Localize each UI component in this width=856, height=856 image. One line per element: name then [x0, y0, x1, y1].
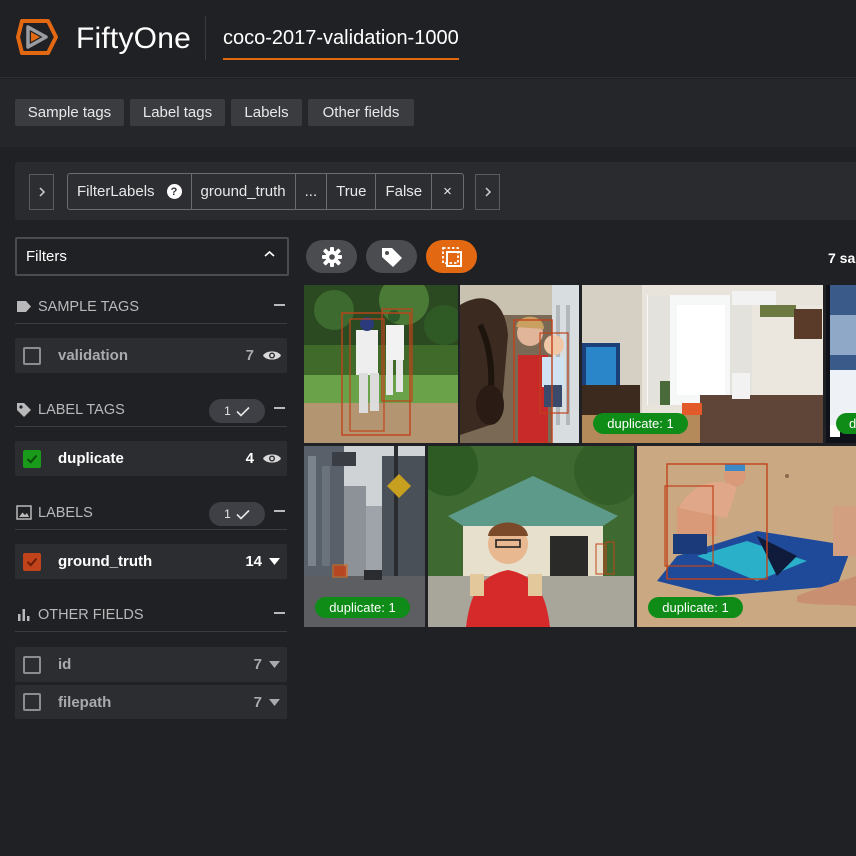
tag-icon: [381, 247, 402, 267]
stage-field-param[interactable]: ground_truth: [192, 174, 296, 209]
duplicate-count: 4: [245, 450, 254, 467]
id-count: 7: [253, 656, 262, 673]
collapse-icon[interactable]: [274, 510, 285, 512]
label-tag-row-duplicate[interactable]: duplicate 4: [15, 441, 287, 476]
other-field-row-id[interactable]: id 7: [15, 647, 287, 682]
label-tags-title: LABEL TAGS: [38, 401, 125, 418]
stage-false-option[interactable]: False: [376, 174, 433, 209]
sample-tags-button[interactable]: Sample tags: [15, 99, 124, 126]
caret-down-icon[interactable]: [269, 661, 280, 668]
patches-icon: [441, 246, 462, 267]
tag-icon: [15, 402, 33, 418]
settings-button[interactable]: [306, 240, 357, 273]
toolbar: Sample tags Label tags Labels Other fiel…: [0, 79, 856, 147]
dataset-selector[interactable]: coco-2017-validation-1000: [223, 27, 459, 60]
baseball-image: [304, 285, 458, 443]
stage-true-option[interactable]: True: [327, 174, 377, 209]
sample-tile-beach[interactable]: duplicate: 1: [637, 446, 856, 627]
chevron-right-icon: [38, 187, 45, 197]
duplicate-tag-badge: duplicate: 1: [315, 597, 410, 618]
sample-tags-title: SAMPLE TAGS: [38, 298, 139, 315]
collapse-icon[interactable]: [274, 407, 285, 409]
fiftyone-app: FiftyOne coco-2017-validation-1000 Sampl…: [0, 0, 856, 856]
header-divider: [205, 16, 206, 60]
brand-title[interactable]: FiftyOne: [76, 22, 191, 56]
stage-name-label: FilterLabels: [77, 183, 155, 200]
labels-pill-count: 1: [224, 507, 231, 521]
sample-tile-living-room[interactable]: duplicate: 1: [582, 285, 823, 443]
ground-truth-label: ground_truth: [58, 553, 153, 570]
labels-selected-pill[interactable]: 1: [209, 502, 265, 526]
filters-label: Filters: [26, 248, 67, 265]
view-bar: FilterLabels? ground_truth ... True Fals…: [15, 162, 856, 220]
label-tags-pill-count: 1: [224, 404, 231, 418]
check-icon: [236, 406, 250, 417]
stage-more-params[interactable]: ...: [296, 174, 328, 209]
duplicate-checkbox[interactable]: [23, 449, 41, 468]
sample-tile-horse[interactable]: [460, 285, 579, 443]
validation-label: validation: [58, 347, 129, 364]
label-tags-button[interactable]: Label tags: [130, 99, 225, 126]
sample-tile-city-street[interactable]: duplicate: 1: [304, 446, 425, 627]
duplicate-label: duplicate: [58, 450, 124, 467]
gear-icon: [321, 246, 342, 267]
filepath-label: filepath: [58, 693, 112, 711]
check-icon: [26, 454, 38, 464]
view-bar-expand-left-button[interactable]: [29, 174, 54, 210]
horse-image: [460, 285, 579, 443]
duplicate-tag-badge: duplicate: 1: [593, 413, 688, 434]
stage-name[interactable]: FilterLabels?: [68, 174, 192, 209]
caret-down-icon[interactable]: [269, 558, 280, 565]
ground-truth-count: 14: [245, 553, 262, 570]
check-icon: [26, 557, 38, 567]
sample-tile-snow[interactable]: duplicate: 1: [826, 285, 856, 443]
sample-tags-group-header[interactable]: SAMPLE TAGS: [15, 290, 287, 324]
check-icon: [236, 509, 250, 520]
image-icon: [15, 505, 33, 521]
ground-truth-checkbox[interactable]: [23, 552, 41, 571]
other-fields-title: OTHER FIELDS: [38, 606, 144, 623]
filter-labels-stage: FilterLabels? ground_truth ... True Fals…: [67, 173, 464, 210]
sample-tile-pavilion[interactable]: [428, 446, 634, 627]
filepath-checkbox[interactable]: [23, 693, 41, 711]
duplicate-tag-badge: duplicate: 1: [648, 597, 743, 618]
other-fields-button[interactable]: Other fields: [308, 99, 414, 126]
eye-icon[interactable]: [262, 452, 282, 465]
collapse-icon[interactable]: [274, 304, 285, 306]
filepath-count: 7: [253, 693, 262, 711]
tag-button[interactable]: [366, 240, 417, 273]
tag-icon: [15, 299, 33, 315]
view-bar-add-stage-button[interactable]: [475, 174, 500, 210]
labels-button[interactable]: Labels: [231, 99, 302, 126]
validation-count: 7: [245, 347, 254, 364]
eye-icon[interactable]: [262, 349, 282, 362]
collapse-icon[interactable]: [274, 612, 285, 614]
fiftyone-logo-icon[interactable]: [14, 15, 58, 59]
chevron-up-icon: [264, 250, 275, 257]
samples-count: 7 sa: [828, 250, 856, 266]
id-label: id: [58, 656, 72, 673]
labels-title: LABELS: [38, 504, 93, 521]
sample-tag-row-validation[interactable]: validation 7: [15, 338, 287, 373]
validation-checkbox[interactable]: [23, 346, 41, 365]
filters-dropdown[interactable]: Filters: [15, 237, 289, 276]
pavilion-image: [428, 446, 634, 627]
other-fields-group-header[interactable]: OTHER FIELDS: [15, 598, 287, 632]
label-field-row-ground-truth[interactable]: ground_truth 14: [15, 544, 287, 579]
help-icon[interactable]: ?: [166, 184, 182, 199]
id-checkbox[interactable]: [23, 655, 41, 674]
label-tags-group-header[interactable]: LABEL TAGS 1: [15, 393, 287, 427]
stage-remove-button[interactable]: ×: [432, 174, 463, 209]
other-field-row-filepath[interactable]: filepath 7: [15, 685, 287, 719]
label-tags-selected-pill[interactable]: 1: [209, 399, 265, 423]
chevron-right-icon: [484, 187, 491, 197]
bar-chart-icon: [15, 607, 33, 623]
patches-button[interactable]: [426, 240, 477, 273]
duplicate-tag-badge-partial: duplicate: 1: [836, 413, 856, 434]
duplicate-tag-badge-text: duplicate: 1: [849, 416, 856, 431]
header: FiftyOne coco-2017-validation-1000: [0, 0, 856, 78]
labels-group-header[interactable]: LABELS 1: [15, 496, 287, 530]
caret-down-icon[interactable]: [269, 698, 280, 706]
sample-tile-baseball[interactable]: [304, 285, 458, 443]
